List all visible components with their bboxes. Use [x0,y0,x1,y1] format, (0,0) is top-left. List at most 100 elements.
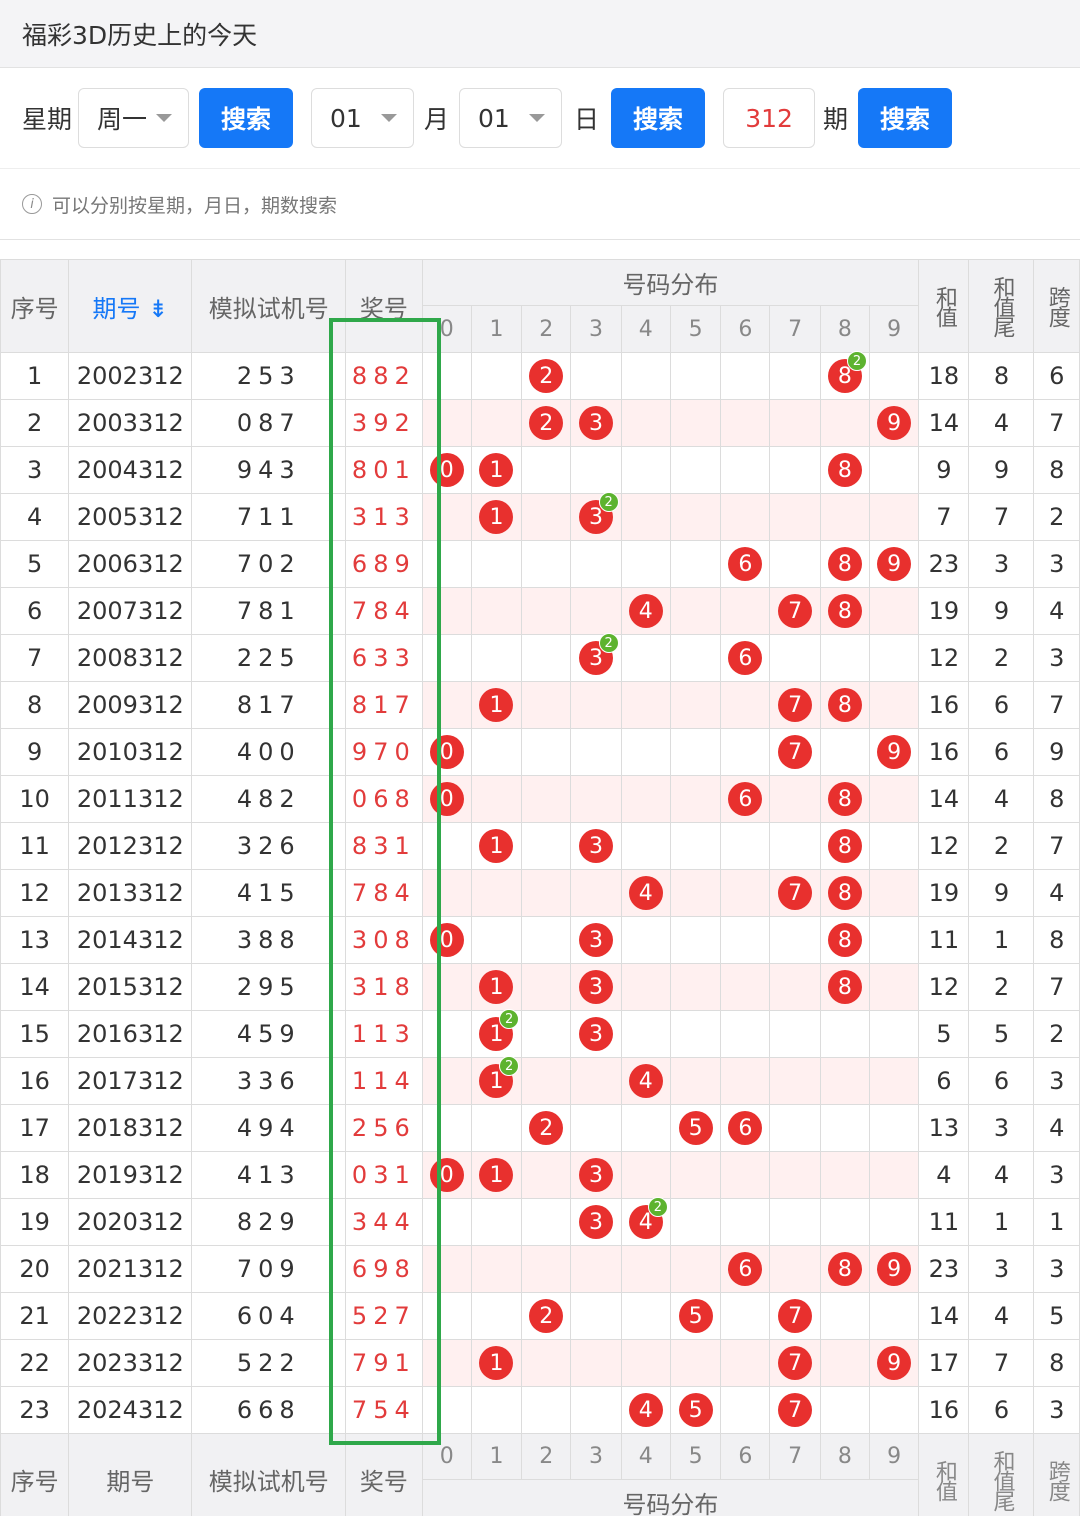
dist-cell-8 [819,1386,871,1434]
dist-cell-7 [769,822,821,870]
seq-cell: 7 [0,634,70,682]
month-select[interactable]: 01 [311,88,415,148]
period-label: 期 [823,105,849,134]
sim-cell: 604 [191,1292,347,1340]
digit-header-8: 8 [819,305,871,353]
prize-cell-text: 754 [351,1396,416,1424]
dist-cell-1 [470,728,523,776]
digit-header-6: 6 [720,305,771,353]
span-cell-text: 2 [1049,1020,1065,1048]
chevron-down-icon [156,114,173,122]
weekday-search-button[interactable]: 搜索 [199,88,294,148]
sim-cell-text: 388 [236,926,301,954]
span-cell: 4 [1033,587,1080,635]
prize-cell: 754 [345,1386,423,1434]
sumtail-cell-text: 2 [993,832,1010,860]
dist-cell-0 [421,1104,472,1152]
sum-cell-text: 12 [928,973,960,1001]
table-row: 21 2022312 604 527 2 5 7 14 4 5 [0,1292,1080,1340]
span-cell-text: 3 [1049,1161,1065,1189]
dist-cell-6 [720,869,771,917]
digit-header-1: 1 [470,305,523,353]
seq-cell-text: 13 [19,926,50,954]
dist-cell-8 [819,634,871,682]
sumtail-cell: 8 [968,352,1035,400]
span-cell: 7 [1033,681,1080,729]
sim-cell-text: 604 [236,1302,301,1330]
sim-cell-text: 326 [236,832,301,860]
date-search-button[interactable]: 搜索 [611,88,706,148]
dist-cell-2 [521,869,572,917]
dist-cell-4 [620,634,671,682]
dist-cell-4 [620,1339,671,1387]
seq-cell-text: 9 [26,738,43,766]
seq-cell: 9 [0,728,70,776]
sum-cell-text: 16 [928,738,960,766]
sort-icon[interactable]: ⇟ [148,295,168,323]
sumtail-header-label: 和值尾 [989,276,1015,336]
prize-cell: 344 [345,1198,423,1246]
prize-cell: 392 [345,399,423,447]
dist-cell-5: 5 [669,1292,722,1340]
prize-cell: 318 [345,963,423,1011]
foot-digit-1: 1 [470,1433,523,1480]
digit-header-7: 7 [769,305,821,353]
sum-cell: 16 [918,681,970,729]
search-bar: 星期 周一 搜索 01 月 01 日 搜索 312 期 搜索 [0,68,1080,168]
month-label: 月 [424,105,450,134]
dist-cell-1: 1 [470,681,523,729]
table-row: 7 2008312 225 633 3 2 6 12 2 3 [0,633,1080,682]
number-ball: 7 [778,1393,813,1427]
period-cell: 2011312 [68,775,193,823]
seq-cell: 14 [0,963,70,1011]
dist-cell-6 [720,1292,771,1340]
period-cell-text: 2019312 [76,1161,184,1189]
seq-cell-text: 18 [19,1161,50,1189]
number-ball: 6 [728,1252,763,1286]
span-cell: 7 [1033,963,1080,1011]
sumtail-cell: 3 [968,540,1035,588]
period-input[interactable]: 312 [723,88,816,148]
repeat-count-badge: 2 [499,1009,520,1029]
period-cell-text: 2024312 [76,1396,184,1424]
dist-cell-9 [869,1104,920,1152]
dist-cell-4 [620,1010,671,1058]
col-period-header[interactable]: 期号 ⇟ [68,259,193,353]
span-cell-text: 4 [1049,879,1065,907]
seq-cell: 11 [0,822,70,870]
dist-cell-5 [669,869,722,917]
dist-cell-3 [570,540,622,588]
day-select[interactable]: 01 [459,88,563,148]
dist-cell-3: 32 [570,492,622,541]
dist-cell-6 [720,728,771,776]
dist-cell-4: 42 [620,1197,671,1246]
dist-cell-6: 6 [720,1104,771,1152]
period-search-button[interactable]: 搜索 [858,88,953,148]
digit-header-9: 9 [869,305,920,353]
dist-cell-9 [869,1198,920,1246]
sum-cell: 4 [918,1151,970,1199]
sumtail-cell-text: 4 [993,1302,1010,1330]
dist-cell-0 [421,1245,472,1293]
table-row: 23 2024312 668 754 4 5 7 16 6 3 [0,1386,1080,1434]
span-cell: 6 [1033,352,1080,400]
dist-cell-0: 0 [421,916,472,964]
span-cell: 2 [1033,493,1080,541]
dist-cell-2 [521,1339,572,1387]
period-cell-text: 2010312 [76,738,184,766]
sumtail-cell: 4 [968,399,1035,447]
weekday-select[interactable]: 周一 [78,88,190,148]
number-ball: 3 [579,1158,614,1192]
foot-sim: 模拟试机号 [191,1433,347,1516]
period-cell: 2007312 [68,587,193,635]
span-cell: 3 [1033,1245,1080,1293]
span-cell-text: 8 [1049,785,1065,813]
number-ball: 0 [429,453,464,487]
sum-cell-text: 18 [928,362,960,390]
period-cell-text: 2012312 [76,832,184,860]
search-tip: i 可以分别按星期，月日，期数搜索 [0,168,1080,240]
dist-cell-1 [470,1245,523,1293]
period-cell: 2003312 [68,399,193,447]
dist-cell-0 [421,634,472,682]
span-cell-text: 3 [1049,1255,1065,1283]
